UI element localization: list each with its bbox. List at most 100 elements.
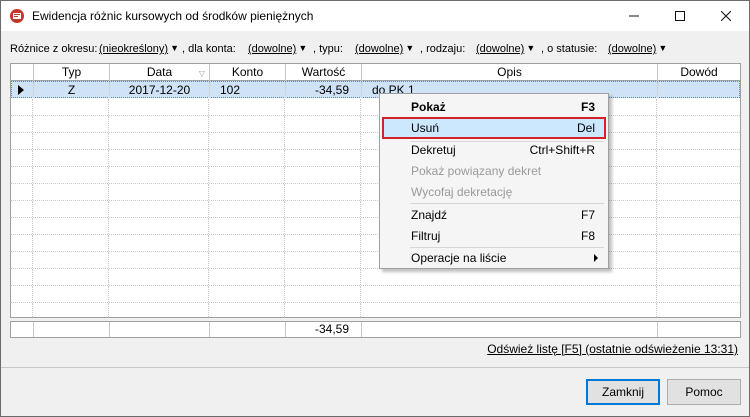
grid-header: Typ Data ▽ Konto Wartość Opis Dowód (11, 64, 740, 81)
empty-cell (657, 116, 739, 132)
empty-cell (657, 286, 739, 302)
empty-cell (285, 167, 361, 183)
menu-item-post[interactable]: Dekretuj Ctrl+Shift+R (382, 139, 606, 161)
empty-cell (11, 286, 33, 302)
empty-cell (209, 218, 285, 234)
empty-cell (33, 133, 109, 149)
app-icon (10, 9, 24, 23)
empty-cell (109, 167, 209, 183)
menu-item-show[interactable]: Pokaż F3 (382, 96, 606, 118)
column-header-opis[interactable]: Opis (362, 64, 658, 81)
column-header-dowod[interactable]: Dowód (658, 64, 740, 81)
empty-row (11, 303, 740, 317)
data-grid[interactable]: Typ Data ▽ Konto Wartość Opis Dowód Z 201… (10, 63, 741, 318)
type-filter[interactable]: (dowolne) ▼ (355, 43, 414, 55)
maximize-button[interactable] (657, 1, 703, 31)
empty-cell (285, 201, 361, 217)
menu-item-find[interactable]: Znajdź F7 (382, 204, 606, 226)
chevron-right-icon (594, 254, 598, 262)
empty-row (11, 235, 740, 252)
cell-konto: 102 (210, 82, 286, 98)
empty-cell (657, 167, 739, 183)
empty-cell (209, 184, 285, 200)
column-header-wartosc[interactable]: Wartość (286, 64, 362, 81)
chevron-down-icon: ▼ (298, 43, 308, 53)
empty-cell (109, 235, 209, 251)
chevron-down-icon: ▼ (405, 43, 415, 53)
empty-cell (33, 252, 109, 268)
type-label: , typu: (313, 43, 343, 55)
empty-cell (33, 235, 109, 251)
summary-spacer (210, 322, 286, 337)
menu-item-delete[interactable]: Usuń Del (382, 117, 606, 139)
empty-cell (209, 252, 285, 268)
empty-cell (109, 184, 209, 200)
empty-cell (33, 167, 109, 183)
empty-cell (11, 269, 33, 285)
empty-row (11, 150, 740, 167)
table-row[interactable]: Z 2017-12-20 102 -34,59 do PK 1 (11, 81, 740, 98)
chevron-down-icon: ▼ (526, 43, 536, 53)
empty-cell (33, 116, 109, 132)
empty-cell (11, 133, 33, 149)
summary-spacer (11, 322, 34, 337)
empty-cell (285, 184, 361, 200)
close-window-button[interactable] (703, 1, 749, 31)
grid-summary-row: -34,59 (10, 321, 741, 338)
menu-item-list-operations[interactable]: Operacje na liście (382, 247, 606, 269)
empty-cell (11, 184, 33, 200)
empty-cell (209, 201, 285, 217)
empty-cell (657, 99, 739, 115)
empty-cell (33, 99, 109, 115)
account-label: , dla konta: (182, 43, 236, 55)
empty-cell (657, 235, 739, 251)
empty-cell (285, 269, 361, 285)
empty-row (11, 133, 740, 150)
dialog-window: Ewidencja różnic kursowych od środków pi… (0, 0, 750, 417)
divider (1, 367, 749, 368)
empty-cell (33, 269, 109, 285)
menu-item-filter[interactable]: Filtruj F8 (382, 225, 606, 247)
empty-cell (209, 303, 285, 317)
refresh-link[interactable]: Odśwież listę [F5] (ostatnie odświeżenie… (487, 342, 738, 356)
empty-cell (285, 218, 361, 234)
column-header-konto[interactable]: Konto (210, 64, 286, 81)
empty-cell (657, 269, 739, 285)
empty-cell (109, 116, 209, 132)
row-indicator (12, 82, 34, 98)
period-filter[interactable]: (nieokreślony) ▼ (99, 43, 179, 55)
column-header-data[interactable]: Data ▽ (110, 64, 210, 81)
empty-cell (11, 235, 33, 251)
title-bar: Ewidencja różnic kursowych od środków pi… (1, 1, 749, 31)
empty-cell (109, 133, 209, 149)
empty-cell (285, 133, 361, 149)
summary-spacer (362, 322, 658, 337)
empty-cell (109, 286, 209, 302)
empty-cell (109, 303, 209, 317)
cell-dowod (658, 82, 740, 98)
cell-wartosc: -34,59 (286, 82, 362, 98)
minimize-button[interactable] (611, 1, 657, 31)
empty-cell (285, 235, 361, 251)
help-button[interactable]: Pomoc (667, 379, 741, 405)
empty-cell (11, 116, 33, 132)
empty-cell (11, 252, 33, 268)
account-filter[interactable]: (dowolne) ▼ (248, 43, 307, 55)
empty-cell (11, 201, 33, 217)
empty-cell (109, 201, 209, 217)
cell-data: 2017-12-20 (110, 82, 210, 98)
kind-filter[interactable]: (dowolne) ▼ (476, 43, 535, 55)
empty-cell (209, 235, 285, 251)
empty-cell (361, 303, 657, 317)
empty-cell (11, 303, 33, 317)
empty-cell (33, 286, 109, 302)
empty-cell (33, 184, 109, 200)
window-title: Ewidencja różnic kursowych od środków pi… (32, 9, 314, 23)
empty-row (11, 167, 740, 184)
column-header-typ[interactable]: Typ (34, 64, 110, 81)
empty-row (11, 184, 740, 201)
empty-cell (109, 150, 209, 166)
empty-row (11, 201, 740, 218)
status-filter[interactable]: (dowolne) ▼ (608, 43, 667, 55)
close-button[interactable]: Zamknij (586, 379, 660, 405)
